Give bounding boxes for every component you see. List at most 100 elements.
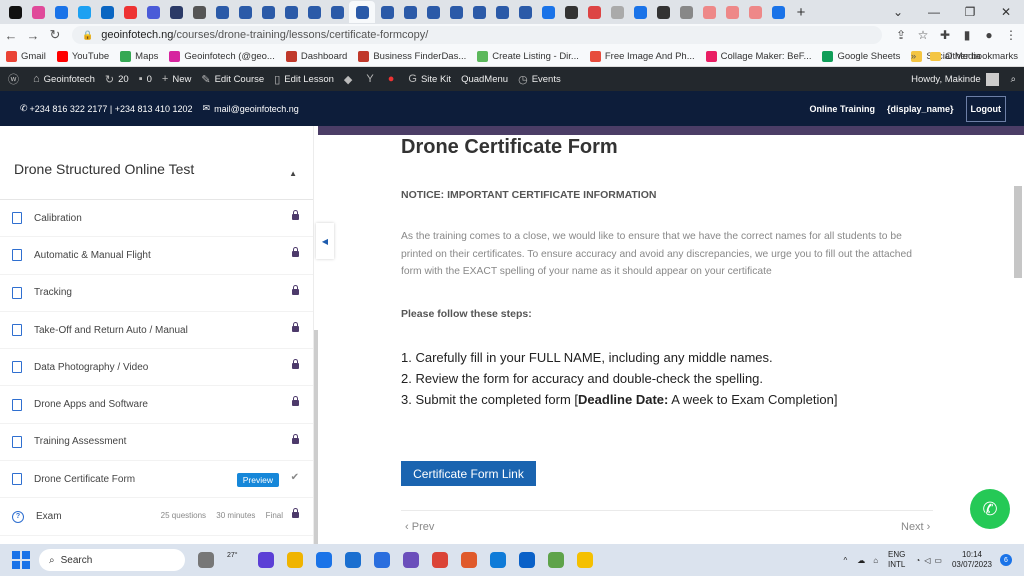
browser-tab[interactable] <box>142 1 164 23</box>
new-tab-icon[interactable]: + <box>790 1 812 23</box>
bookmark-item[interactable]: Geoinfotech (@geo... <box>169 50 275 62</box>
taskbar-app-icon[interactable] <box>316 552 332 568</box>
online-training-link[interactable]: Online Training <box>809 104 875 114</box>
network-icon[interactable]: ⌂ <box>873 556 878 565</box>
sidebar-item[interactable]: Drone Apps and Software <box>0 386 313 424</box>
browser-tab[interactable] <box>560 1 582 23</box>
admin-edit-lesson[interactable]: ▯ Edit Lesson <box>274 73 334 86</box>
other-bookmarks[interactable]: Other bookmarks <box>945 51 1018 62</box>
more-bookmarks-icon[interactable]: » <box>911 51 916 62</box>
minimize-icon[interactable]: — <box>916 5 952 19</box>
chevron-up-icon[interactable]: ▲ <box>289 169 297 178</box>
admin-site-kit[interactable]: G Site Kit <box>408 73 451 85</box>
url-field[interactable]: 🔒 geoinfotech.ng/courses/drone-training/… <box>72 26 882 44</box>
forward-icon[interactable]: → <box>22 28 44 43</box>
browser-tab[interactable] <box>767 1 789 23</box>
browser-tab[interactable] <box>257 1 279 23</box>
browser-tab[interactable] <box>211 1 233 23</box>
browser-tab[interactable] <box>652 1 674 23</box>
maximize-icon[interactable]: ❐ <box>952 5 988 19</box>
taskbar-app-icon[interactable] <box>519 552 535 568</box>
bookmark-item[interactable]: Collage Maker: BeF... <box>705 50 811 62</box>
browser-tab[interactable] <box>326 1 348 23</box>
browser-tab[interactable] <box>119 1 141 23</box>
diamond-icon[interactable]: ◆ <box>344 73 356 86</box>
browser-tab[interactable] <box>50 1 72 23</box>
browser-tab[interactable] <box>583 1 605 23</box>
taskbar-app-icon[interactable] <box>403 552 419 568</box>
page-scrollbar[interactable] <box>1014 186 1022 278</box>
wifi-icon[interactable]: ◔ <box>915 556 920 565</box>
admin-updates[interactable]: ↻ 20 <box>105 73 129 86</box>
cloud-icon[interactable]: ☁ <box>857 556 865 565</box>
browser-tab[interactable] <box>491 1 513 23</box>
taskbar-app-icon[interactable] <box>577 552 593 568</box>
sidebar-item[interactable]: Calibration <box>0 200 313 238</box>
battery-icon[interactable]: ▭ <box>934 556 942 565</box>
notification-badge[interactable]: 6 <box>1000 554 1012 566</box>
howdy-text[interactable]: Howdy, Makinde <box>911 74 981 85</box>
browser-tab[interactable] <box>27 1 49 23</box>
browser-tab[interactable] <box>537 1 559 23</box>
back-icon[interactable]: ← <box>0 28 22 43</box>
whatsapp-button[interactable]: ✆ <box>970 489 1010 529</box>
taskbar-app-icon[interactable] <box>287 552 303 568</box>
taskbar-app-icon[interactable] <box>198 552 214 568</box>
browser-tab[interactable] <box>73 1 95 23</box>
browser-tab[interactable] <box>188 1 210 23</box>
sidebar-toggle-button[interactable]: ◀ <box>316 223 334 259</box>
admin-new[interactable]: + New <box>162 73 191 85</box>
certificate-form-link-button[interactable]: Certificate Form Link <box>401 461 536 486</box>
bookmark-item[interactable]: YouTube <box>56 50 109 62</box>
sidebar-item[interactable]: Take-Off and Return Auto / Manual <box>0 312 313 350</box>
browser-tab[interactable] <box>698 1 720 23</box>
email-address[interactable]: mail@geoinfotech.ng <box>214 104 299 114</box>
sidebar-item[interactable]: Data Photography / Video <box>0 349 313 387</box>
star-icon[interactable]: ☆ <box>912 28 934 42</box>
browser-tab[interactable] <box>606 1 628 23</box>
browser-tab[interactable] <box>744 1 766 23</box>
browser-tab[interactable] <box>422 1 444 23</box>
menu-icon[interactable]: ⋮ <box>1000 28 1022 42</box>
browser-tab[interactable] <box>514 1 536 23</box>
sidebar-item-exam[interactable]: ? Exam 25 questions 30 minutes Final <box>0 498 313 536</box>
browser-tab[interactable] <box>376 1 398 23</box>
taskbar-app-icon[interactable] <box>461 552 477 568</box>
windows-start-icon[interactable] <box>12 551 30 569</box>
bookmark-item[interactable]: Dashboard <box>285 50 347 62</box>
yoast-icon[interactable]: Y <box>366 73 377 85</box>
volume-icon[interactable]: ◁ <box>924 556 930 565</box>
bookmark-item[interactable]: Gmail <box>6 50 46 62</box>
browser-tab[interactable] <box>165 1 187 23</box>
bookmark-item[interactable]: Maps <box>120 50 158 62</box>
sidebar-scrollbar[interactable] <box>314 330 318 544</box>
browser-tab[interactable] <box>445 1 467 23</box>
extension-icon[interactable]: ✚ <box>934 28 956 42</box>
chevron-up-icon[interactable]: ^ <box>843 556 847 565</box>
browser-tab[interactable] <box>96 1 118 23</box>
wordpress-logo-icon[interactable]: ⓦ <box>8 71 23 87</box>
admin-site-link[interactable]: ⌂ Geoinfotech <box>33 73 95 85</box>
taskbar-app-icon[interactable] <box>374 552 390 568</box>
side-panel-icon[interactable]: ▮ <box>956 28 978 42</box>
taskbar-search[interactable]: ⌕ Search <box>39 549 185 571</box>
admin-comments[interactable]: ▪ 0 <box>139 73 152 85</box>
sidebar-item-current[interactable]: Drone Certificate Form Preview ✔ <box>0 461 313 499</box>
sidebar-item[interactable]: Automatic & Manual Flight <box>0 237 313 275</box>
taskbar-app-icon[interactable] <box>345 552 361 568</box>
taskbar-app-icon[interactable] <box>490 552 506 568</box>
prev-link[interactable]: ‹ Prev <box>405 521 434 533</box>
reload-icon[interactable]: ↻ <box>44 27 66 43</box>
browser-tab[interactable] <box>399 1 421 23</box>
sidebar-item[interactable]: Tracking <box>0 275 313 312</box>
sidebar-section-header[interactable]: Drone Structured Online Test ▲ <box>0 126 313 200</box>
taskbar-app-icon[interactable] <box>258 552 274 568</box>
browser-tab[interactable] <box>629 1 651 23</box>
close-window-icon[interactable]: ✕ <box>988 5 1024 19</box>
profile-icon[interactable]: ● <box>978 28 1000 42</box>
logout-button[interactable]: Logout <box>965 95 1006 122</box>
browser-tab[interactable] <box>721 1 743 23</box>
bookmark-item[interactable]: Google Sheets <box>822 50 900 62</box>
sidebar-item[interactable]: Training Assessment <box>0 424 313 462</box>
share-icon[interactable]: ⇪ <box>890 28 912 42</box>
